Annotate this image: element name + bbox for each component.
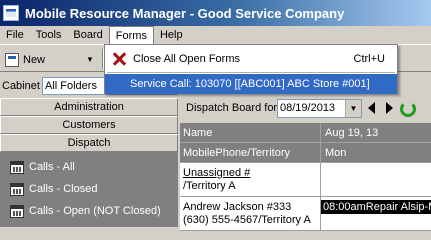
- calls-all-item[interactable]: Calls - All: [0, 156, 178, 178]
- arrow-left-icon: [367, 102, 375, 114]
- close-all-forms-item[interactable]: Close All Open Forms Ctrl+U: [105, 49, 397, 69]
- schedule-cell[interactable]: 08:00amRepair Alsip-M: [321, 197, 431, 231]
- schedule-cell[interactable]: [321, 163, 431, 197]
- grid-subheader-row: MobilePhone/Territory Mon: [180, 143, 431, 163]
- new-document-icon: [5, 53, 19, 67]
- technician-cell: Unassigned # /Territory A: [180, 163, 321, 197]
- forms-dropdown-menu: Close All Open Forms Ctrl+U Service Call…: [104, 44, 398, 94]
- refresh-icon[interactable]: [398, 99, 416, 117]
- date-column-header[interactable]: Aug 19, 13: [321, 123, 431, 143]
- table-row[interactable]: Unassigned # /Territory A: [180, 163, 431, 197]
- menu-help[interactable]: Help: [154, 26, 189, 44]
- calls-closed-item[interactable]: Calls - Closed: [0, 178, 178, 200]
- close-all-label: Close All Open Forms: [133, 53, 240, 65]
- dispatch-board-label: Dispatch Board for: [186, 102, 278, 114]
- administration-button[interactable]: Administration: [0, 98, 178, 116]
- cabinet-value: All Folders: [45, 80, 97, 92]
- calendar-icon: [10, 204, 24, 218]
- menu-bar: File Tools Board Forms Help: [0, 26, 431, 44]
- grid-header-row: Name Aug 19, 13: [180, 123, 431, 143]
- new-button[interactable]: New: [2, 49, 64, 71]
- new-label: New: [23, 54, 46, 66]
- close-icon: [111, 51, 127, 67]
- chevron-down-icon: ▼: [86, 54, 94, 64]
- phone-territory-header: MobilePhone/Territory: [180, 143, 321, 163]
- dispatch-button[interactable]: Dispatch: [0, 134, 178, 152]
- menu-forms[interactable]: Forms: [108, 26, 154, 44]
- calendar-icon: [10, 182, 24, 196]
- calls-closed-label: Calls - Closed: [29, 183, 98, 195]
- calls-open-item[interactable]: Calls - Open (NOT Closed): [0, 200, 178, 222]
- calendar-icon: [10, 160, 24, 174]
- service-call-label: Service Call: 103070 [[ABC001] ABC Store…: [130, 78, 370, 90]
- calls-all-label: Calls - All: [29, 161, 75, 173]
- dispatch-bar: Dispatch Board for 08/19/2013 ▼: [180, 96, 431, 120]
- left-panel: Administration Customers Dispatch Calls …: [0, 98, 178, 227]
- menu-divider: [107, 72, 395, 73]
- close-all-shortcut: Ctrl+U: [353, 53, 385, 65]
- new-dropdown-button[interactable]: ▼: [82, 49, 98, 69]
- previous-date-button[interactable]: [362, 99, 380, 118]
- cabinet-label: Cabinet: [2, 80, 40, 92]
- menu-board[interactable]: Board: [67, 26, 108, 44]
- title-bar: Mobile Resource Manager - Good Service C…: [0, 0, 431, 26]
- technician-territory: (630) 555-4567/Territory A: [183, 213, 311, 226]
- arrow-right-icon: [385, 102, 393, 114]
- technician-cell: Andrew Jackson #333 (630) 555-4567/Terri…: [180, 197, 321, 231]
- menu-file[interactable]: File: [0, 26, 30, 44]
- window-title: Mobile Resource Manager - Good Service C…: [25, 5, 345, 21]
- table-row[interactable]: Andrew Jackson #333 (630) 555-4567/Terri…: [180, 197, 431, 231]
- technician-name: Unassigned #: [183, 166, 251, 179]
- dispatch-grid: Name Aug 19, 13 MobilePhone/Territory Mo…: [180, 123, 431, 231]
- menu-tools[interactable]: Tools: [30, 26, 68, 44]
- date-value: 08/19/2013: [280, 102, 336, 114]
- dispatch-board-panel: Dispatch Board for 08/19/2013 ▼ Name Aug…: [180, 96, 431, 231]
- customers-button[interactable]: Customers: [0, 116, 178, 134]
- next-date-button[interactable]: [380, 99, 398, 118]
- date-select[interactable]: 08/19/2013 ▼: [277, 98, 362, 118]
- service-call-item[interactable]: Service Call: 103070 [[ABC001] ABC Store…: [105, 74, 397, 94]
- weekday-header: Mon: [321, 143, 431, 163]
- technician-territory: /Territory A: [183, 179, 236, 192]
- chevron-down-icon: ▼: [345, 99, 361, 117]
- calls-list: Calls - All Calls - Closed Calls - Open …: [0, 152, 178, 227]
- app-icon: [3, 5, 19, 21]
- appointment-block[interactable]: 08:00amRepair Alsip-M: [321, 200, 431, 214]
- calls-open-label: Calls - Open (NOT Closed): [29, 205, 161, 217]
- name-column-header[interactable]: Name: [180, 123, 321, 143]
- technician-name: Andrew Jackson #333: [183, 200, 292, 213]
